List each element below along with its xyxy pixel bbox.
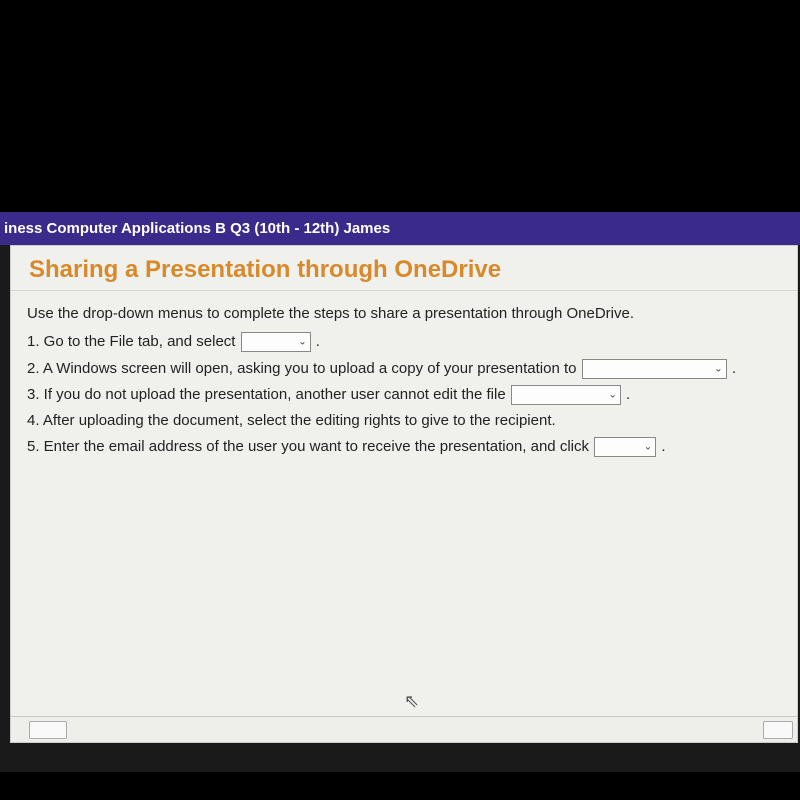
step-1: 1. Go to the File tab, and select ⌄ . — [27, 329, 781, 355]
instruction-lead: Use the drop-down menus to complete the … — [27, 301, 781, 327]
content-card: Sharing a Presentation through OneDrive … — [10, 245, 798, 743]
footer-left-button[interactable] — [29, 721, 67, 739]
black-bottom-bar — [0, 772, 800, 800]
step-4-text: 4. After uploading the document, select … — [27, 412, 556, 429]
step-5-text-a: 5. Enter the email address of the user y… — [27, 438, 593, 455]
course-title: iness Computer Applications B Q3 (10th -… — [4, 220, 390, 237]
dropdown-step-5[interactable]: ⌄ — [594, 437, 656, 457]
step-2-text-a: 2. A Windows screen will open, asking yo… — [27, 360, 581, 377]
step-2: 2. A Windows screen will open, asking yo… — [27, 356, 781, 382]
page-title: Sharing a Presentation through OneDrive — [11, 246, 797, 291]
dropdown-step-1[interactable]: ⌄ — [241, 332, 311, 352]
chevron-down-icon: ⌄ — [298, 334, 306, 352]
dropdown-step-3[interactable]: ⌄ — [511, 385, 621, 405]
step-2-text-b: . — [732, 360, 736, 377]
step-4: 4. After uploading the document, select … — [27, 408, 781, 434]
app-window: iness Computer Applications B Q3 (10th -… — [0, 212, 800, 772]
instruction-block: Use the drop-down menus to complete the … — [11, 291, 797, 463]
footer-strip — [11, 716, 797, 742]
footer-right-button[interactable] — [763, 721, 793, 739]
chevron-down-icon: ⌄ — [644, 439, 652, 457]
course-header: iness Computer Applications B Q3 (10th -… — [0, 212, 800, 245]
chevron-down-icon: ⌄ — [714, 360, 722, 378]
chevron-down-icon: ⌄ — [608, 386, 616, 404]
step-5: 5. Enter the email address of the user y… — [27, 434, 781, 460]
step-3-text-a: 3. If you do not upload the presentation… — [27, 386, 510, 403]
cursor-icon: ⇖ — [404, 691, 419, 712]
step-1-text-a: 1. Go to the File tab, and select — [27, 333, 240, 350]
step-5-text-b: . — [661, 438, 665, 455]
step-3-text-b: . — [626, 386, 630, 403]
step-3: 3. If you do not upload the presentation… — [27, 382, 781, 408]
dropdown-step-2[interactable]: ⌄ — [582, 359, 727, 379]
step-1-text-b: . — [316, 333, 320, 350]
